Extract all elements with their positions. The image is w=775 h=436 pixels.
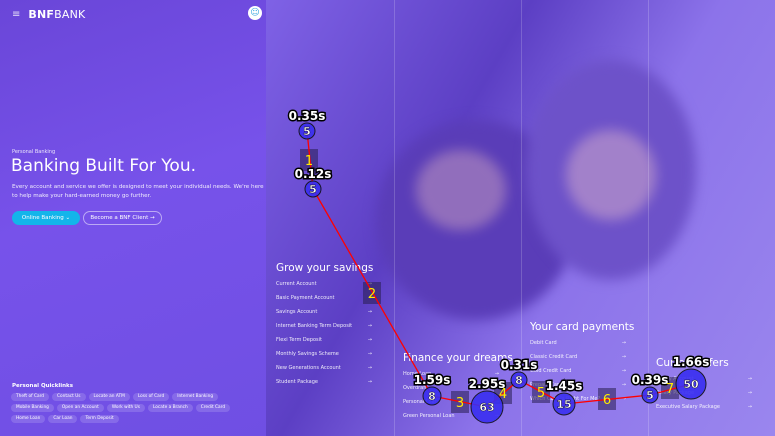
fixation-count: 5 bbox=[303, 125, 311, 138]
fixation-count: 50 bbox=[683, 378, 699, 391]
fixation-duration: 0.31s bbox=[501, 358, 538, 372]
fixation-duration: 0.39s bbox=[632, 373, 669, 387]
fixation-duration: 1.59s bbox=[414, 373, 451, 387]
step-number: 6 bbox=[603, 393, 611, 408]
fixation-count: 8 bbox=[428, 390, 436, 403]
step-number: 3 bbox=[456, 396, 464, 411]
fixation-count: 15 bbox=[556, 398, 571, 411]
step-number: 2 bbox=[368, 287, 376, 302]
fixation-duration: 0.35s bbox=[289, 109, 326, 123]
fixation-count: 5 bbox=[646, 389, 654, 402]
step-number: 4 bbox=[499, 387, 507, 402]
step-number: 7 bbox=[666, 382, 674, 397]
fixation-duration: 0.12s bbox=[295, 167, 332, 181]
gaze-overlay: 50.35s50.12s81.59s632.95s 80.31s151.45s50… bbox=[287, 108, 711, 424]
step-number: 1 bbox=[305, 154, 313, 169]
fixation-count: 8 bbox=[515, 374, 523, 387]
fixation-count: 5 bbox=[309, 183, 317, 196]
fixation-duration: 1.45s bbox=[546, 379, 583, 393]
fixation-count: 63 bbox=[479, 401, 494, 414]
fixation-duration: 1.66s bbox=[673, 355, 710, 369]
step-number: 5 bbox=[537, 386, 545, 401]
